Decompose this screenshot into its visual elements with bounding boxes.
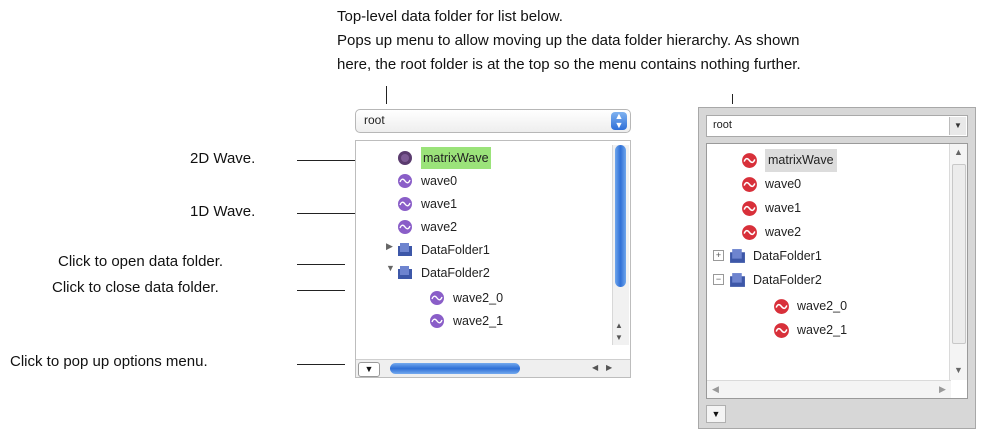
callout-line-top-mac xyxy=(386,86,387,104)
list-item-label: wave2_0 xyxy=(797,299,848,313)
options-menu-button[interactable]: ▼ xyxy=(706,405,726,423)
list-item-label: wave2 xyxy=(765,225,802,239)
list-item-label: wave1 xyxy=(765,201,802,215)
data-folder-icon xyxy=(398,266,412,279)
triangle-right-icon[interactable]: ▶ xyxy=(386,241,393,252)
top-annotation: Top-level data folder for list below. Po… xyxy=(337,5,801,77)
win-data-browser-panel: root ▼ matrixWave wave0 wave1 wave2 + Da… xyxy=(698,107,976,429)
list-item-label: DataFolder1 xyxy=(421,243,490,257)
wave-icon xyxy=(430,314,444,328)
mac-folder-popup[interactable]: root ▲ ▼ xyxy=(355,109,631,133)
data-folder-icon xyxy=(398,243,412,256)
list-item-label: wave2_1 xyxy=(453,314,504,328)
list-item-label: DataFolder1 xyxy=(753,249,822,263)
win-data-browser-list[interactable]: matrixWave wave0 wave1 wave2 + DataFolde… xyxy=(706,143,968,399)
options-menu-button[interactable]: ▼ xyxy=(358,362,380,377)
scroll-right-icon[interactable]: ▶ xyxy=(606,363,612,372)
wave-icon xyxy=(430,291,444,305)
chevron-down-icon: ▼ xyxy=(949,117,966,135)
list-item-label: wave0 xyxy=(765,177,802,191)
expand-plus-icon[interactable]: + xyxy=(713,250,724,261)
list-item-label: DataFolder2 xyxy=(421,266,490,280)
horizontal-scrollbar[interactable]: ▼ ◀ ▶ xyxy=(356,359,630,377)
data-folder-icon xyxy=(730,273,745,287)
wave-icon xyxy=(742,177,757,192)
annotation-open-folder: Click to open data folder. xyxy=(58,253,224,270)
wave-icon xyxy=(398,197,412,211)
callout-line-close xyxy=(297,290,345,291)
chevron-up-icon[interactable]: ▲ xyxy=(950,144,967,161)
wave-icon xyxy=(398,174,412,188)
top-annotation-line-1: Top-level data folder for list below. xyxy=(337,8,563,25)
scroll-left-icon[interactable]: ◀ xyxy=(592,363,598,372)
annotation-close-folder: Click to close data folder. xyxy=(52,279,219,296)
scroll-thumb[interactable] xyxy=(390,363,520,374)
scroll-up-icon[interactable]: ▲ xyxy=(615,321,623,330)
win-folder-popup-value: root xyxy=(713,119,732,131)
scroll-down-icon[interactable]: ▼ xyxy=(615,333,623,342)
chevron-right-icon[interactable]: ▶ xyxy=(934,381,951,398)
wave-icon xyxy=(742,225,757,240)
updown-arrow-icon: ▲ ▼ xyxy=(611,112,627,130)
wave-icon xyxy=(774,299,789,314)
triangle-down-icon: ▼ xyxy=(711,409,721,419)
callout-line-options xyxy=(297,364,345,365)
annotation-1d-wave: 1D Wave. xyxy=(190,203,256,220)
list-item-label: wave1 xyxy=(421,197,458,211)
top-annotation-line-2: Pops up menu to allow moving up the data… xyxy=(337,32,800,49)
triangle-down-icon[interactable]: ▼ xyxy=(386,263,395,273)
wave-icon xyxy=(774,323,789,338)
win-folder-popup[interactable]: root ▼ xyxy=(706,115,968,137)
list-item-label: DataFolder2 xyxy=(753,273,822,287)
triangle-down-icon: ▼ xyxy=(364,364,374,374)
matrix-wave-icon xyxy=(398,151,412,165)
mac-folder-popup-value: root xyxy=(364,113,385,127)
wave-icon xyxy=(742,201,757,216)
chevron-down-icon[interactable]: ▼ xyxy=(950,362,967,379)
wave-icon xyxy=(742,153,757,168)
list-item-label: wave2 xyxy=(421,220,458,234)
annotation-options-menu: Click to pop up options menu. xyxy=(10,353,208,370)
scroll-thumb[interactable] xyxy=(615,145,626,287)
chevron-left-icon[interactable]: ◀ xyxy=(707,381,724,398)
list-item-label: matrixWave xyxy=(421,147,491,169)
list-item-label: wave2_1 xyxy=(797,323,848,337)
annotation-2d-wave: 2D Wave. xyxy=(190,150,256,167)
wave-icon xyxy=(398,220,412,234)
list-item-label: wave0 xyxy=(421,174,458,188)
callout-line-open xyxy=(297,264,345,265)
list-item-label: wave2_0 xyxy=(453,291,504,305)
horizontal-scrollbar[interactable]: ◀ ▶ xyxy=(707,380,951,398)
collapse-minus-icon[interactable]: − xyxy=(713,274,724,285)
vertical-scrollbar[interactable]: ▲ ▼ xyxy=(612,145,629,345)
list-item-label: matrixWave xyxy=(765,149,837,172)
data-folder-icon xyxy=(730,249,745,263)
scroll-thumb[interactable] xyxy=(952,164,966,344)
vertical-scrollbar[interactable]: ▲ ▼ xyxy=(949,144,967,380)
mac-data-browser-list[interactable]: matrixWave wave0 wave1 wave2 ▶ DataFolde… xyxy=(355,140,631,378)
callout-line-top-win xyxy=(732,94,733,104)
top-annotation-line-3: here, the root folder is at the top so t… xyxy=(337,56,801,73)
